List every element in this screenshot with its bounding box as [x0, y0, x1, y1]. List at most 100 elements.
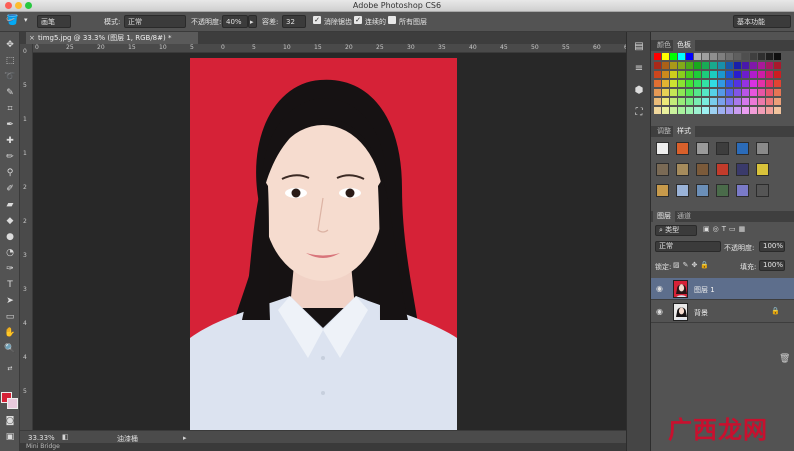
color-swatch[interactable] [678, 62, 685, 69]
color-swatch[interactable] [758, 89, 765, 96]
color-swatch[interactable] [662, 62, 669, 69]
style-preset[interactable] [756, 142, 769, 155]
style-preset[interactable] [716, 163, 729, 176]
color-swatch[interactable] [758, 53, 765, 60]
style-preset[interactable] [656, 184, 669, 197]
eraser-tool-icon[interactable]: ▰ [3, 198, 17, 212]
color-swatch[interactable] [766, 71, 773, 78]
color-swatch[interactable] [694, 71, 701, 78]
color-swatch[interactable] [758, 71, 765, 78]
style-preset[interactable] [716, 142, 729, 155]
color-swatch[interactable] [750, 89, 757, 96]
color-swatch[interactable] [774, 71, 781, 78]
chevron-down-icon[interactable]: ▾ [24, 16, 28, 24]
color-swatch[interactable] [662, 53, 669, 60]
color-swatch[interactable] [686, 53, 693, 60]
color-swatch[interactable] [718, 80, 725, 87]
color-swatch[interactable] [710, 80, 717, 87]
color-swatch[interactable] [686, 80, 693, 87]
color-swatch[interactable] [718, 98, 725, 105]
eye-icon[interactable]: ◉ [656, 307, 663, 316]
path-select-tool-icon[interactable]: ➤ [3, 294, 17, 308]
color-swatch[interactable] [654, 107, 661, 114]
tab-swatches[interactable]: 色板 [673, 40, 695, 51]
tab-channels[interactable]: 通道 [673, 211, 695, 222]
color-swatch[interactable] [710, 62, 717, 69]
color-swatch[interactable] [726, 89, 733, 96]
color-swatch[interactable] [694, 53, 701, 60]
color-swatch[interactable] [774, 107, 781, 114]
marquee-tool-icon[interactable]: ⬚ [3, 54, 17, 68]
color-swatch[interactable] [718, 89, 725, 96]
color-swatch[interactable] [766, 53, 773, 60]
3d-panel-icon[interactable]: ⬢ [632, 84, 646, 98]
document-tab[interactable]: × timg5.jpg @ 33.3% (图层 1, RGB/8#) * [26, 32, 198, 44]
tab-layers[interactable]: 图层 [653, 211, 675, 222]
style-preset[interactable] [656, 142, 669, 155]
swatches-grid[interactable] [651, 51, 794, 129]
mini-bridge-tab[interactable]: Mini Bridge [26, 443, 60, 450]
color-swatch[interactable] [686, 62, 693, 69]
color-swatch[interactable] [670, 80, 677, 87]
color-swatch[interactable] [678, 89, 685, 96]
color-swatch[interactable] [662, 98, 669, 105]
color-swatch[interactable] [670, 98, 677, 105]
color-swatch[interactable] [710, 107, 717, 114]
color-swatch[interactable] [694, 107, 701, 114]
color-swatch[interactable] [670, 62, 677, 69]
color-swatch[interactable] [686, 89, 693, 96]
all-layers-checkbox[interactable]: ✓ [388, 16, 396, 24]
eye-icon[interactable]: ◉ [656, 284, 663, 293]
tab-adjustments[interactable]: 调整 [653, 126, 675, 137]
color-swatch[interactable] [726, 107, 733, 114]
color-swatch[interactable] [654, 53, 661, 60]
zoom-tool-icon[interactable]: 🔍 [3, 342, 17, 356]
color-swatch[interactable] [670, 53, 677, 60]
color-swatch[interactable] [758, 98, 765, 105]
color-swatch[interactable] [654, 80, 661, 87]
color-swatch[interactable] [702, 89, 709, 96]
move-tool-icon[interactable]: ✥ [3, 38, 17, 52]
color-swatch[interactable] [766, 80, 773, 87]
color-swatch[interactable] [718, 71, 725, 78]
style-preset[interactable] [736, 184, 749, 197]
style-preset[interactable] [756, 163, 769, 176]
style-preset[interactable] [696, 142, 709, 155]
color-swatch[interactable] [766, 62, 773, 69]
color-swatch[interactable] [694, 80, 701, 87]
color-swatch[interactable] [710, 71, 717, 78]
color-swatch[interactable] [662, 89, 669, 96]
color-swatch[interactable] [734, 80, 741, 87]
color-swatch[interactable] [670, 89, 677, 96]
zoom-level[interactable]: 33.33% [28, 434, 55, 442]
pen-tool-icon[interactable]: ✑ [3, 262, 17, 276]
style-preset[interactable] [696, 184, 709, 197]
color-swatch[interactable] [710, 89, 717, 96]
tab-styles[interactable]: 样式 [673, 126, 695, 137]
color-swatch[interactable] [678, 98, 685, 105]
layer-row-selected[interactable]: ◉ 图层 1 [651, 278, 794, 300]
layer-filter-select[interactable]: ⌕ 类型 [655, 225, 697, 236]
swap-colors-icon[interactable]: ⇄ [3, 362, 17, 376]
style-preset[interactable] [696, 163, 709, 176]
tolerance-input[interactable]: 32 [282, 15, 306, 28]
close-tab-icon[interactable]: × [29, 32, 35, 44]
color-swatch[interactable] [774, 89, 781, 96]
color-swatch[interactable] [742, 107, 749, 114]
layer-opacity-input[interactable]: 100% [759, 241, 785, 252]
color-swatch[interactable] [734, 71, 741, 78]
tab-color[interactable]: 颜色 [653, 40, 675, 51]
color-swatch[interactable] [718, 62, 725, 69]
styles-grid[interactable] [651, 138, 794, 204]
color-swatch[interactable] [734, 62, 741, 69]
mode-select[interactable]: 正常 [124, 15, 186, 28]
color-swatch[interactable] [678, 107, 685, 114]
color-swatch[interactable] [702, 71, 709, 78]
opacity-input[interactable]: 40% [222, 15, 248, 28]
color-swatch[interactable] [662, 80, 669, 87]
type-tool-icon[interactable]: T [3, 278, 17, 292]
color-swatch[interactable] [766, 98, 773, 105]
color-swatch[interactable] [702, 53, 709, 60]
properties-panel-icon[interactable]: ≡ [632, 62, 646, 76]
color-swatch[interactable] [726, 53, 733, 60]
